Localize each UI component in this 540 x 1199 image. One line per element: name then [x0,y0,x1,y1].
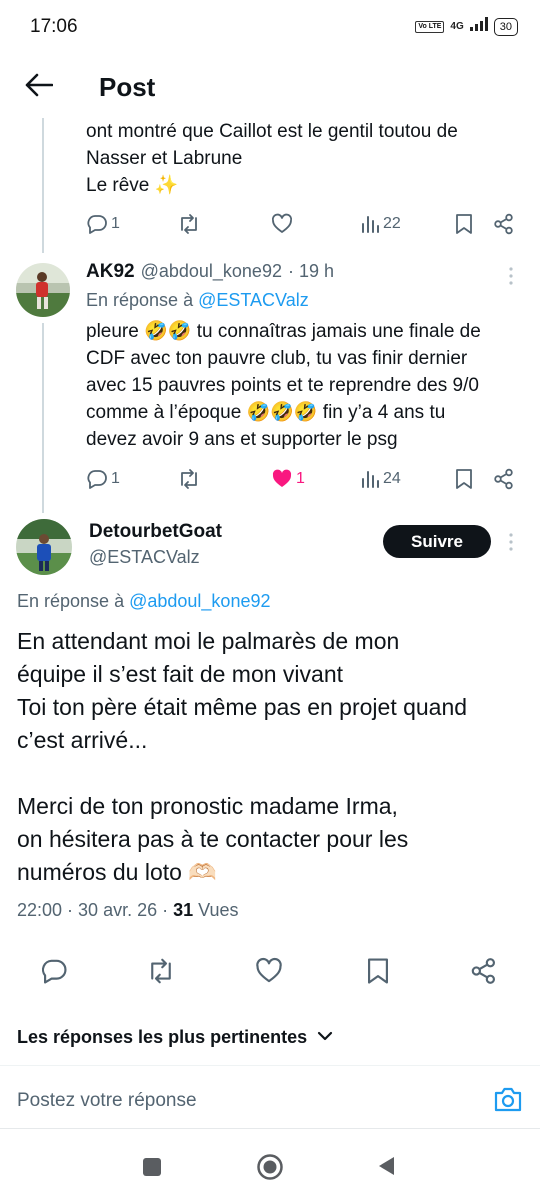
author-name[interactable]: DetourbetGoat [89,521,222,543]
more-options-icon[interactable] [500,532,522,557]
prev-tweet-actions: 1 22 [0,211,540,237]
reply-button[interactable] [40,957,68,985]
reply-prefix: En réponse à [17,591,125,611]
bookmark-icon [455,213,473,235]
text-line: Nasser et Labrune [86,148,243,169]
author-name[interactable]: AK92 [86,261,135,283]
share-button[interactable] [493,468,515,490]
text-line: En attendant moi le palmarès de mon [17,628,400,654]
reply-to-handle[interactable]: @ESTACValz [198,290,309,310]
text-line: comme à l’époque 🤣🤣🤣 fin y’a 4 ans tu [86,402,446,423]
text-line: pleure 🤣🤣 tu connaîtras jamais une final… [86,321,481,342]
more-options-icon[interactable] [500,266,522,291]
text-line: devez avoir 9 ans et supporter le psg [86,429,398,450]
divider [0,1065,540,1066]
share-icon [493,468,515,490]
heart-icon [255,957,283,985]
text-line: on hésitera pas à te contacter pour les [17,826,409,852]
reply-context: En réponse à @abdoul_kone92 [17,591,270,612]
sort-label: Les réponses les plus pertinentes [17,1027,308,1047]
views-icon [360,469,380,489]
reply-prefix: En réponse à [86,290,194,310]
views-label: Vues [198,900,239,920]
back-arrow-icon[interactable] [22,68,56,102]
views-count: 22 [383,215,401,232]
volte-indicator: Vo LTE [415,20,445,33]
repost-button[interactable] [177,468,201,490]
share-button[interactable] [493,213,515,235]
text-line: Le rêve ✨ [86,175,179,196]
reply-button[interactable]: 1 [86,213,120,235]
home-icon[interactable] [256,1153,284,1186]
bookmark-icon [455,468,473,490]
like-button[interactable] [271,213,293,235]
follow-button[interactable]: Suivre [383,525,491,558]
signal-icon [469,17,488,36]
text-line: c’est arrivé... [17,727,148,753]
reply-composer-input[interactable]: Postez votre réponse [17,1090,197,1112]
repost-button[interactable] [177,213,201,235]
author-handle[interactable]: @abdoul_kone92 [141,261,282,282]
repost-icon [177,468,201,490]
sort-replies-dropdown[interactable]: Les réponses les plus pertinentes [17,1027,333,1048]
views-button[interactable]: 22 [360,214,401,234]
like-count: 1 [296,470,305,487]
recent-apps-icon[interactable] [142,1157,162,1182]
text-line: numéros du loto 🫶🏻 [17,859,217,885]
heart-icon [271,213,293,235]
share-button[interactable] [470,957,498,985]
tweet-time: · 19 h [287,261,334,281]
repost-icon [146,957,176,985]
camera-icon[interactable] [493,1085,523,1118]
status-icons: Vo LTE 4G 30 [415,17,518,36]
like-button[interactable] [255,957,283,985]
tweet-timestamp: 22:00 · 30 avr. 26 · 31 Vues [17,900,239,921]
text-line: avec 15 pauvres points et te reprendre d… [86,375,479,396]
text-line: ont montré que Caillot est le gentil tou… [86,121,458,142]
text-line [17,757,467,790]
reply-icon [40,957,68,985]
reply-tweet-meta: AK92 @abdoul_kone92 · 19 h [86,261,334,283]
main-tweet-text: En attendant moi le palmarès de mon équi… [17,625,467,889]
bookmark-button[interactable] [366,957,390,985]
text-line: Toi ton père était même pas en projet qu… [17,694,468,720]
text-line: Merci de ton pronostic madame Irma, [17,793,398,819]
back-nav-icon[interactable] [376,1155,396,1182]
share-icon [470,957,498,985]
status-time: 17:06 [30,16,78,37]
views-total: 31 [173,900,194,920]
reply-context: En réponse à @ESTACValz [86,290,309,311]
reply-tweet-text: pleure 🤣🤣 tu connaîtras jamais une final… [86,318,481,453]
avatar[interactable] [16,263,70,317]
bookmark-button[interactable] [455,468,473,490]
share-icon [493,213,515,235]
reply-tweet-actions: 1 1 24 [0,466,540,492]
repost-button[interactable] [146,957,176,985]
text-line: CDF avec ton pauvre club, tu vas finir d… [86,348,468,369]
chevron-down-icon [317,1029,333,1047]
reply-button[interactable]: 1 [86,468,120,490]
battery-indicator: 30 [493,17,518,36]
divider [0,1128,540,1129]
reply-count: 1 [111,215,120,232]
avatar[interactable] [16,519,72,575]
heart-filled-icon [271,468,293,490]
page-title: Post [99,72,156,102]
text-line: équipe il s’est fait de mon vivant [17,661,344,687]
bookmark-button[interactable] [455,213,473,235]
author-handle[interactable]: @ESTACValz [89,547,200,568]
views-icon [360,214,380,234]
views-button[interactable]: 24 [360,469,401,489]
reply-icon [86,213,108,235]
bookmark-icon [366,957,390,985]
reply-count: 1 [111,470,120,487]
prev-tweet-text: ont montré que Caillot est le gentil tou… [86,118,458,199]
reply-to-handle[interactable]: @abdoul_kone92 [129,591,270,611]
like-button[interactable]: 1 [271,468,305,490]
timestamp-text: 22:00 · 30 avr. 26 · [17,900,169,920]
views-count: 24 [383,470,401,487]
reply-icon [86,468,108,490]
repost-icon [177,213,201,235]
network-type: 4G [450,21,464,32]
